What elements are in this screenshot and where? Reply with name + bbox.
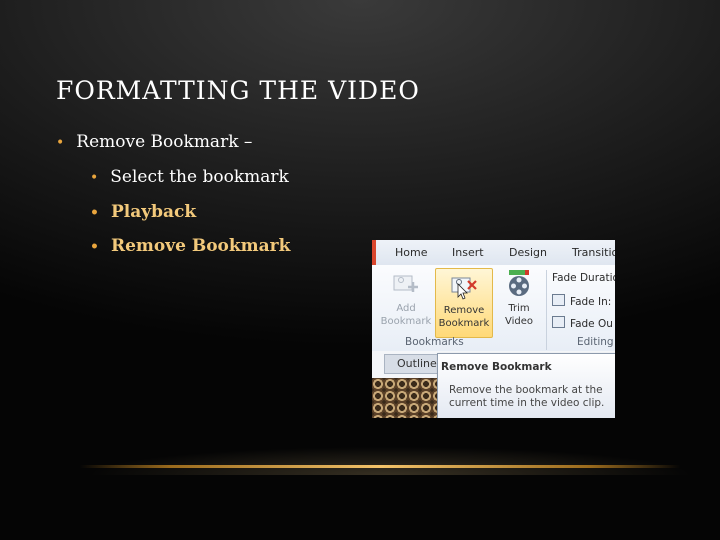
trim-video-label-2: Video bbox=[504, 316, 534, 327]
group-label-editing: Editing bbox=[577, 336, 614, 348]
bullet-remove-bookmark-heading: • Remove Bookmark – bbox=[56, 132, 252, 152]
fade-out-label: Fade Ou bbox=[570, 318, 613, 330]
group-separator bbox=[546, 270, 547, 350]
fade-out-control[interactable]: Fade Ou bbox=[552, 316, 613, 330]
bullet-text: Remove Bookmark bbox=[110, 236, 291, 256]
trim-video-label-1: Trim bbox=[508, 303, 530, 314]
fade-in-label: Fade In: bbox=[570, 296, 612, 308]
tooltip-body: Remove the bookmark at the current time … bbox=[449, 384, 605, 409]
tab-transitions[interactable]: Transitio bbox=[572, 246, 615, 259]
tooltip-title: Remove Bookmark bbox=[441, 361, 552, 373]
film-reel-icon bbox=[504, 270, 534, 298]
remove-bookmark-label-1: Remove bbox=[443, 305, 485, 316]
bullet-text: Select the bookmark bbox=[110, 167, 289, 187]
add-bookmark-button[interactable]: Add Bookmark bbox=[378, 270, 434, 328]
fade-duration-label: Fade Duratio bbox=[552, 272, 615, 284]
add-bookmark-icon bbox=[391, 270, 421, 298]
remove-bookmark-icon bbox=[449, 272, 479, 300]
gold-divider-line bbox=[80, 465, 680, 468]
ribbon-screenshot: Home Insert Design Transitio Add Bookmar… bbox=[372, 240, 615, 418]
bullet-dot: • bbox=[90, 239, 99, 255]
bullet-text: Remove Bookmark – bbox=[76, 132, 253, 152]
bullet-remove-bookmark: • Remove Bookmark bbox=[90, 236, 290, 256]
bullet-dot: • bbox=[90, 170, 99, 186]
tab-design[interactable]: Design bbox=[509, 246, 547, 259]
bullet-text: Playback bbox=[110, 202, 197, 222]
slide-title: FORMATTING THE VIDEO bbox=[56, 76, 420, 105]
add-bookmark-label-1: Add bbox=[396, 303, 416, 314]
add-bookmark-label-2: Bookmark bbox=[380, 316, 432, 327]
fade-out-icon bbox=[552, 316, 565, 328]
ribbon-tab-bar: Home Insert Design Transitio bbox=[372, 240, 615, 266]
slide-thumbnail-pattern bbox=[372, 378, 442, 418]
file-tab-edge bbox=[372, 240, 376, 265]
bullet-playback: • Playback bbox=[90, 202, 196, 222]
fade-in-control[interactable]: Fade In: bbox=[552, 294, 611, 308]
tab-home[interactable]: Home bbox=[395, 246, 427, 259]
bullet-select-bookmark: • Select the bookmark bbox=[90, 167, 289, 187]
remove-bookmark-label-2: Bookmark bbox=[438, 318, 490, 329]
remove-bookmark-button[interactable]: Remove Bookmark bbox=[435, 268, 493, 338]
remove-bookmark-tooltip: Remove Bookmark Remove the bookmark at t… bbox=[437, 353, 615, 418]
trim-video-button[interactable]: Trim Video bbox=[497, 270, 541, 328]
fade-in-icon bbox=[552, 294, 565, 306]
bullet-dot: • bbox=[56, 135, 65, 151]
group-label-bookmarks: Bookmarks bbox=[405, 336, 464, 348]
tab-insert[interactable]: Insert bbox=[452, 246, 484, 259]
bullet-dot: • bbox=[90, 205, 99, 221]
